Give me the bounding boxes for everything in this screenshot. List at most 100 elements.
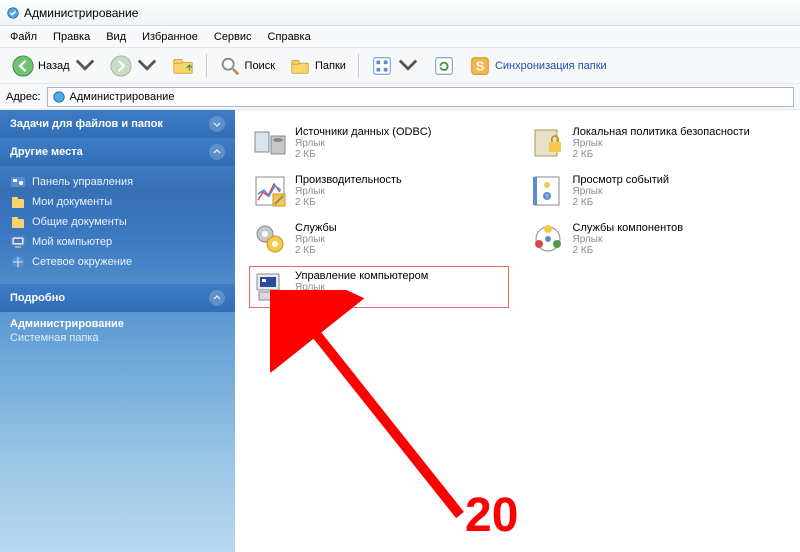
file-item-event-viewer[interactable]: ? Просмотр событий Ярлык 2 КБ <box>527 170 787 212</box>
file-name: Локальная политика безопасности <box>573 126 750 138</box>
folders-icon <box>289 55 311 77</box>
menu-tools[interactable]: Сервис <box>206 28 260 46</box>
computer-icon <box>10 234 26 250</box>
forward-icon <box>110 55 132 77</box>
file-item-performance[interactable]: Производительность Ярлык 2 КБ <box>249 170 509 212</box>
admin-tools-icon <box>52 90 66 104</box>
back-label: Назад <box>38 60 70 72</box>
window-title: Администрирование <box>24 6 138 20</box>
back-button[interactable]: Назад <box>6 52 102 80</box>
refresh-button[interactable] <box>427 52 461 80</box>
address-label: Адрес: <box>6 91 41 103</box>
sidebar-item-label: Сетевое окружение <box>32 256 132 268</box>
sidebar-item-control-panel[interactable]: Панель управления <box>10 172 225 192</box>
file-size: 2 КБ <box>295 245 337 256</box>
refresh-icon <box>433 55 455 77</box>
menu-view[interactable]: Вид <box>98 28 134 46</box>
menu-help[interactable]: Справка <box>260 28 319 46</box>
performance-icon <box>253 174 287 208</box>
details-panel: Подробно Администрирование Системная пап… <box>0 284 235 356</box>
file-name: Производительность <box>295 174 402 186</box>
file-size: 2 КБ <box>573 197 670 208</box>
svg-text:S: S <box>476 58 485 73</box>
tasks-panel-title: Задачи для файлов и папок <box>10 118 163 130</box>
folders-button[interactable]: Папки <box>283 52 352 80</box>
forward-button[interactable] <box>104 52 164 80</box>
event-viewer-icon: ? <box>531 174 565 208</box>
back-icon <box>12 55 34 77</box>
dropdown-icon <box>397 55 419 77</box>
file-size: 2 КБ <box>295 293 428 304</box>
chevron-up-icon <box>209 290 225 306</box>
computer-management-icon <box>253 270 287 304</box>
file-type: Ярлык <box>573 234 684 245</box>
toolbar-separator <box>206 54 207 78</box>
tasks-panel-header[interactable]: Задачи для файлов и папок <box>0 110 235 138</box>
file-name: Управление компьютером <box>295 270 428 282</box>
menu-edit[interactable]: Правка <box>45 28 98 46</box>
file-size: 2 КБ <box>573 245 684 256</box>
file-item-computer-management[interactable]: Управление компьютером Ярлык 2 КБ <box>249 266 509 308</box>
sidebar: Задачи для файлов и папок Другие места П… <box>0 110 235 552</box>
file-name: Источники данных (ODBC) <box>295 126 431 138</box>
file-type: Ярлык <box>295 186 402 197</box>
content-pane: Источники данных (ODBC) Ярлык 2 КБ Локал… <box>235 110 800 552</box>
sidebar-item-label: Панель управления <box>32 176 133 188</box>
sync-button[interactable]: S Синхронизация папки <box>463 52 613 80</box>
up-button[interactable] <box>166 52 200 80</box>
file-item-services[interactable]: Службы Ярлык 2 КБ <box>249 218 509 260</box>
sidebar-item-network[interactable]: Сетевое окружение <box>10 252 225 272</box>
documents-icon <box>10 194 26 210</box>
address-input[interactable]: Администрирование <box>47 87 794 107</box>
component-services-icon <box>531 222 565 256</box>
file-type: Ярлык <box>573 138 750 149</box>
chevron-down-icon <box>209 116 225 132</box>
details-name: Администрирование <box>10 318 225 332</box>
sidebar-item-my-documents[interactable]: Мои документы <box>10 192 225 212</box>
file-item-security-policy[interactable]: Локальная политика безопасности Ярлык 2 … <box>527 122 787 164</box>
file-type: Ярлык <box>295 234 337 245</box>
search-label: Поиск <box>245 60 275 72</box>
sidebar-item-label: Общие документы <box>32 216 127 228</box>
chevron-up-icon <box>209 144 225 160</box>
views-button[interactable] <box>365 52 425 80</box>
details-panel-title: Подробно <box>10 292 65 304</box>
search-button[interactable]: Поиск <box>213 52 281 80</box>
tasks-panel: Задачи для файлов и папок <box>0 110 235 138</box>
file-item-odbc[interactable]: Источники данных (ODBC) Ярлык 2 КБ <box>249 122 509 164</box>
main-area: Задачи для файлов и папок Другие места П… <box>0 110 800 552</box>
file-type: Ярлык <box>295 138 431 149</box>
menu-bar: Файл Правка Вид Избранное Сервис Справка <box>0 26 800 48</box>
sync-label: Синхронизация папки <box>495 60 607 72</box>
places-panel: Другие места Панель управления Мои докум… <box>0 138 235 284</box>
details-panel-header[interactable]: Подробно <box>0 284 235 312</box>
sidebar-item-label: Мой компьютер <box>32 236 112 248</box>
places-panel-header[interactable]: Другие места <box>0 138 235 166</box>
folders-label: Папки <box>315 60 346 72</box>
dropdown-icon <box>74 55 96 77</box>
title-bar: Администрирование <box>0 0 800 26</box>
sidebar-item-shared-documents[interactable]: Общие документы <box>10 212 225 232</box>
file-type: Ярлык <box>295 282 428 293</box>
dropdown-icon <box>136 55 158 77</box>
address-value: Администрирование <box>70 91 175 103</box>
file-grid: Источники данных (ODBC) Ярлык 2 КБ Локал… <box>249 122 786 308</box>
sidebar-item-my-computer[interactable]: Мой компьютер <box>10 232 225 252</box>
sync-icon: S <box>469 55 491 77</box>
menu-favorites[interactable]: Избранное <box>134 28 206 46</box>
toolbar: Назад Поиск Папки S Синхронизация папки <box>0 48 800 84</box>
file-name: Просмотр событий <box>573 174 670 186</box>
file-name: Службы <box>295 222 337 234</box>
places-panel-title: Другие места <box>10 146 83 158</box>
control-panel-icon <box>10 174 26 190</box>
details-type: Системная папка <box>10 332 225 344</box>
sidebar-item-label: Мои документы <box>32 196 112 208</box>
file-size: 2 КБ <box>295 149 431 160</box>
security-policy-icon <box>531 126 565 160</box>
details-panel-body: Администрирование Системная папка <box>0 312 235 356</box>
places-panel-body: Панель управления Мои документы Общие до… <box>0 166 235 284</box>
file-item-component-services[interactable]: Службы компонентов Ярлык 2 КБ <box>527 218 787 260</box>
menu-file[interactable]: Файл <box>2 28 45 46</box>
file-size: 2 КБ <box>295 197 402 208</box>
search-icon <box>219 55 241 77</box>
